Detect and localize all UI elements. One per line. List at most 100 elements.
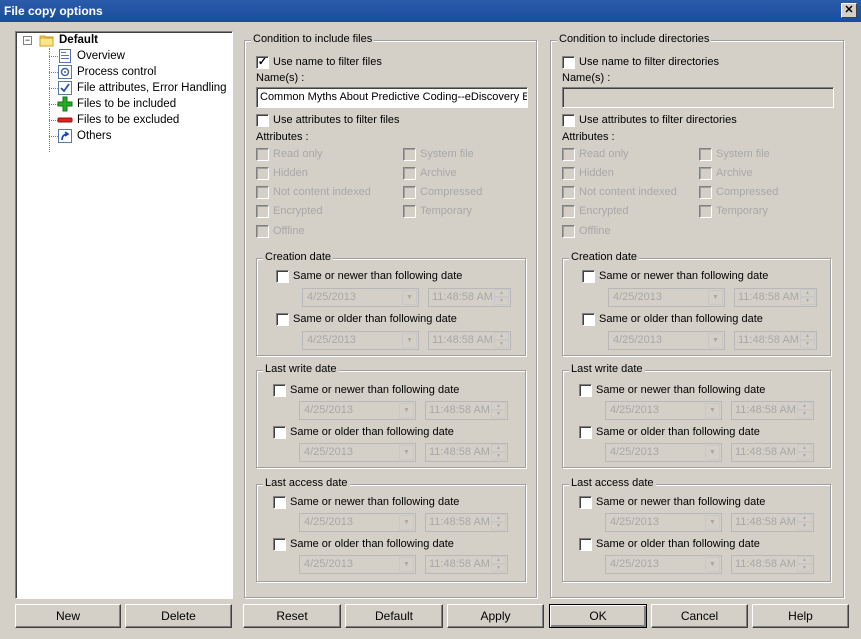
files-access-newer-time[interactable]: 11:48:58 AM ▲ ▼	[425, 513, 508, 532]
files-write-older-time[interactable]: 11:48:58 AM ▲ ▼	[425, 443, 508, 462]
attr-label: Compressed	[420, 186, 483, 198]
apply-button[interactable]: Apply	[447, 604, 544, 628]
files-access-older-time[interactable]: 11:48:58 AM ▲ ▼	[425, 555, 508, 574]
files-access-newer-date[interactable]: 4/25/2013 ▼	[299, 513, 416, 532]
dirs-creation-newer-date[interactable]: 4/25/2013 ▼	[608, 288, 725, 307]
tree-item-file-attributes[interactable]: File attributes, Error Handling	[57, 80, 227, 96]
dirs-write-newer-label: Same or newer than following date	[596, 384, 766, 396]
attr-checkbox-archive[interactable]	[403, 167, 416, 180]
reset-button[interactable]: Reset	[243, 604, 341, 628]
files-write-newer-time[interactable]: 11:48:58 AM ▲ ▼	[425, 401, 508, 420]
dirs-write-newer-checkbox[interactable]	[579, 384, 592, 397]
dir-attr-checkbox-offline[interactable]	[562, 225, 575, 238]
files-creation-older-checkbox[interactable]	[276, 313, 289, 326]
attr-checkbox-read-only[interactable]	[256, 148, 269, 161]
group-title: Condition to include directories	[557, 33, 712, 45]
dirs-creation-older-checkbox[interactable]	[582, 313, 595, 326]
attr-checkbox-compressed[interactable]	[403, 186, 416, 199]
dirs-access-older-time[interactable]: 11:48:58 AM ▲ ▼	[731, 555, 814, 574]
dir-attr-checkbox-read-only[interactable]	[562, 148, 575, 161]
dropdown-arrow-icon: ▼	[399, 403, 414, 418]
use-name-dirs-checkbox[interactable]	[562, 56, 575, 69]
use-attr-dirs-label: Use attributes to filter directories	[579, 114, 737, 126]
use-attr-dirs-checkbox[interactable]	[562, 114, 575, 127]
dir-attr-checkbox-archive[interactable]	[699, 167, 712, 180]
attr-checkbox-not-content-indexed[interactable]	[256, 186, 269, 199]
dir-attr-checkbox-temporary[interactable]	[699, 205, 712, 218]
tree-item-label: Process control	[77, 66, 157, 78]
dirs-creation-newer-checkbox[interactable]	[582, 270, 595, 283]
title-bar: File copy options	[0, 0, 861, 22]
tree-item-default[interactable]: Default	[39, 32, 98, 48]
dir-attr-checkbox-hidden[interactable]	[562, 167, 575, 180]
checklist-icon	[57, 80, 73, 96]
files-write-newer-date[interactable]: 4/25/2013 ▼	[299, 401, 416, 420]
files-access-older-date[interactable]: 4/25/2013 ▼	[299, 555, 416, 574]
tree-item-others[interactable]: Others	[57, 128, 112, 144]
shortcut-icon	[57, 128, 73, 144]
attr-checkbox-offline[interactable]	[256, 225, 269, 238]
dirs-names-input[interactable]	[562, 87, 834, 108]
dropdown-arrow-icon: ▼	[402, 333, 417, 348]
tree-expander[interactable]: −	[23, 36, 32, 45]
dir-attr-checkbox-encrypted[interactable]	[562, 205, 575, 218]
tree-item-files-excluded[interactable]: Files to be excluded	[57, 112, 179, 128]
attr-label: Compressed	[716, 186, 779, 198]
ok-button[interactable]: OK	[549, 604, 647, 628]
default-button[interactable]: Default	[345, 604, 443, 628]
folder-icon	[39, 32, 55, 48]
attr-label: Not content indexed	[579, 186, 677, 198]
spin-down-icon: ▼	[797, 564, 812, 572]
attr-checkbox-hidden[interactable]	[256, 167, 269, 180]
new-button[interactable]: New	[15, 604, 121, 628]
dirs-creation-newer-time[interactable]: 11:48:58 AM ▲ ▼	[734, 288, 817, 307]
files-access-older-checkbox[interactable]	[273, 538, 286, 551]
use-attr-files-checkbox[interactable]	[256, 114, 269, 127]
dirs-write-older-checkbox[interactable]	[579, 426, 592, 439]
dirs-write-older-time[interactable]: 11:48:58 AM ▲ ▼	[731, 443, 814, 462]
close-button[interactable]: ✕	[841, 3, 857, 18]
use-name-files-checkbox[interactable]: ✓	[256, 56, 269, 69]
files-creation-newer-date[interactable]: 4/25/2013 ▼	[302, 288, 419, 307]
spin-down-icon: ▼	[797, 410, 812, 418]
attr-label: Encrypted	[579, 205, 629, 217]
attr-checkbox-temporary[interactable]	[403, 205, 416, 218]
files-names-input[interactable]: Common Myths About Predictive Coding--eD…	[256, 87, 528, 108]
spin-down-icon: ▼	[800, 340, 815, 348]
files-creation-newer-time[interactable]: 11:48:58 AM ▲ ▼	[428, 288, 511, 307]
attr-checkbox-system-file[interactable]	[403, 148, 416, 161]
use-attr-files-label: Use attributes to filter files	[273, 114, 400, 126]
cancel-button[interactable]: Cancel	[651, 604, 748, 628]
files-access-newer-checkbox[interactable]	[273, 496, 286, 509]
help-button[interactable]: Help	[752, 604, 849, 628]
files-creation-older-date[interactable]: 4/25/2013 ▼	[302, 331, 419, 350]
files-creation-older-time[interactable]: 11:48:58 AM ▲ ▼	[428, 331, 511, 350]
dir-attr-checkbox-not-content-indexed[interactable]	[562, 186, 575, 199]
dirs-write-newer-date[interactable]: 4/25/2013 ▼	[605, 401, 722, 420]
delete-button[interactable]: Delete	[125, 604, 232, 628]
dropdown-arrow-icon: ▼	[705, 445, 720, 460]
dirs-access-newer-date[interactable]: 4/25/2013 ▼	[605, 513, 722, 532]
tree-item-files-included[interactable]: Files to be included	[57, 96, 176, 112]
files-creation-newer-checkbox[interactable]	[276, 270, 289, 283]
dirs-access-newer-time[interactable]: 11:48:58 AM ▲ ▼	[731, 513, 814, 532]
dirs-access-older-checkbox[interactable]	[579, 538, 592, 551]
tree-item-overview[interactable]: Overview	[57, 48, 125, 64]
dirs-creation-older-date[interactable]: 4/25/2013 ▼	[608, 331, 725, 350]
dir-attr-checkbox-system-file[interactable]	[699, 148, 712, 161]
process-control-icon	[57, 64, 73, 80]
attr-label: Archive	[716, 167, 753, 179]
dir-attr-checkbox-compressed[interactable]	[699, 186, 712, 199]
attr-checkbox-encrypted[interactable]	[256, 205, 269, 218]
dirs-write-newer-time[interactable]: 11:48:58 AM ▲ ▼	[731, 401, 814, 420]
dirs-access-newer-checkbox[interactable]	[579, 496, 592, 509]
files-write-older-checkbox[interactable]	[273, 426, 286, 439]
files-write-older-date[interactable]: 4/25/2013 ▼	[299, 443, 416, 462]
files-write-newer-checkbox[interactable]	[273, 384, 286, 397]
dirs-access-older-date[interactable]: 4/25/2013 ▼	[605, 555, 722, 574]
dirs-creation-older-time[interactable]: 11:48:58 AM ▲ ▼	[734, 331, 817, 350]
spin-down-icon: ▼	[491, 564, 506, 572]
dirs-write-older-date[interactable]: 4/25/2013 ▼	[605, 443, 722, 462]
dropdown-arrow-icon: ▼	[705, 515, 720, 530]
tree-item-process-control[interactable]: Process control	[57, 64, 156, 80]
